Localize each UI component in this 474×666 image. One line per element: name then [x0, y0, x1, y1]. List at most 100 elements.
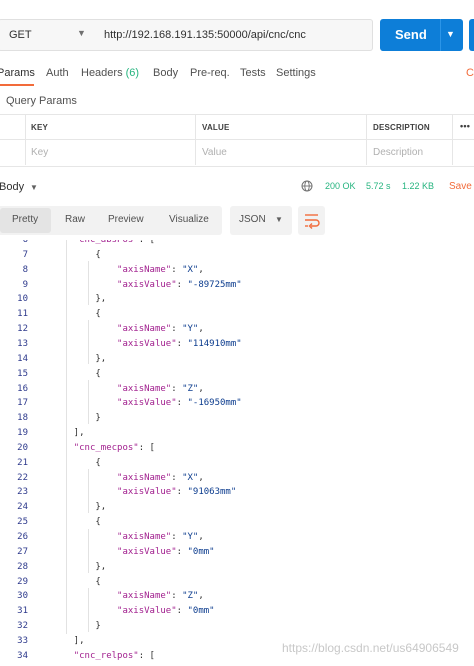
tab-headers-label: Headers	[81, 67, 123, 79]
line-number: 10	[17, 294, 28, 305]
line-number: 17	[17, 398, 28, 409]
code-line: 14 },	[0, 352, 474, 367]
line-number: 12	[17, 324, 28, 335]
response-time[interactable]: 5.72 s	[366, 181, 391, 191]
language-label: JSON	[239, 214, 266, 225]
code-line: 17 "axisValue": "-16950mm"	[0, 396, 474, 411]
line-number: 7	[22, 249, 28, 260]
cookies-link[interactable]: C	[466, 67, 474, 79]
code-line: 29 {	[0, 575, 474, 590]
code-line: 12 "axisName": "Y",	[0, 322, 474, 337]
line-number: 6	[22, 240, 28, 245]
line-number: 33	[17, 635, 28, 646]
tab-params[interactable]: Params	[0, 67, 35, 79]
chevron-down-icon[interactable]: ▼	[30, 183, 38, 192]
format-preview[interactable]: Preview	[108, 214, 144, 225]
code-text: "axisName": "Y",	[117, 532, 204, 542]
code-text: "axisValue": "-89725mm"	[117, 279, 242, 290]
response-size[interactable]: 1.22 KB	[402, 181, 434, 191]
response-body-select[interactable]: Body	[0, 181, 24, 193]
more-options-icon[interactable]: •••	[460, 121, 470, 131]
code-line: 13 "axisValue": "114910mm"	[0, 337, 474, 352]
save-response-button[interactable]: Save	[449, 181, 472, 192]
code-line: 20 "cnc_mecpos": [	[0, 441, 474, 456]
code-line: 28 },	[0, 560, 474, 575]
code-text: "axisValue": "0mm"	[117, 606, 215, 617]
wrap-lines-button[interactable]	[298, 206, 325, 235]
line-number: 22	[17, 472, 28, 483]
tab-headers[interactable]: Headers (6)	[81, 67, 139, 79]
code-text: {	[52, 309, 101, 320]
tab-tests[interactable]: Tests	[240, 67, 266, 79]
line-number: 15	[17, 368, 28, 379]
col-header-key: KEY	[31, 123, 49, 132]
line-number: 21	[17, 457, 28, 468]
format-visualize[interactable]: Visualize	[169, 214, 209, 225]
line-number: 30	[17, 591, 28, 602]
code-line: 8 "axisName": "X",	[0, 263, 474, 278]
code-line: 10 },	[0, 292, 474, 307]
tab-settings[interactable]: Settings	[276, 67, 316, 79]
code-text: "axisName": "Z",	[117, 383, 204, 394]
code-text: "cnc_relpos": [	[73, 650, 155, 661]
key-input[interactable]: Key	[31, 147, 48, 158]
params-table	[0, 114, 474, 167]
line-number: 26	[17, 532, 28, 542]
format-pretty[interactable]: Pretty	[12, 214, 38, 225]
chevron-down-icon[interactable]: ▼	[446, 29, 455, 39]
code-text: {	[52, 368, 101, 379]
tab-body[interactable]: Body	[153, 67, 178, 79]
col-divider	[195, 114, 196, 165]
tab-prerequest[interactable]: Pre-req.	[190, 67, 230, 79]
active-tab-indicator	[0, 84, 34, 86]
tab-auth[interactable]: Auth	[46, 67, 69, 79]
code-line: 32 }	[0, 619, 474, 634]
code-line: 19 ],	[0, 426, 474, 441]
method-label: GET	[9, 29, 32, 41]
save-split-button[interactable]	[469, 19, 474, 51]
line-number: 11	[17, 309, 28, 320]
send-button[interactable]: Send ▼	[380, 19, 463, 51]
chevron-down-icon: ▼	[77, 28, 86, 38]
code-line: 31 "axisValue": "0mm"	[0, 604, 474, 619]
code-text: "axisValue": "114910mm"	[117, 338, 242, 349]
code-line: 25 {	[0, 515, 474, 530]
col-divider	[452, 114, 453, 165]
line-number: 8	[22, 264, 28, 275]
code-text: ],	[52, 428, 85, 439]
query-params-title: Query Params	[6, 95, 77, 107]
code-line: 24 },	[0, 500, 474, 515]
code-text: "axisName": "Z",	[117, 591, 204, 602]
code-text: },	[52, 353, 107, 364]
description-input[interactable]: Description	[373, 147, 423, 158]
code-text: "axisName": "Y",	[117, 324, 204, 335]
value-input[interactable]: Value	[202, 147, 227, 158]
line-number: 9	[22, 279, 28, 290]
code-line: 6 "cnc_absPos": [	[0, 240, 474, 248]
code-line: 21 {	[0, 456, 474, 471]
response-code-viewer[interactable]: 6 "cnc_absPos": [7 {8 "axisName": "X", 9 …	[0, 240, 474, 666]
globe-icon[interactable]	[301, 180, 313, 192]
code-line: 18 }	[0, 411, 474, 426]
line-number: 32	[17, 621, 28, 632]
code-line: 15 {	[0, 367, 474, 382]
language-select[interactable]: JSON ▼	[230, 206, 292, 235]
line-number: 23	[17, 487, 28, 498]
url-input[interactable]: http://192.168.191.135:50000/api/cnc/cnc	[95, 19, 373, 51]
params-row-divider	[0, 139, 474, 140]
status-badge[interactable]: 200 OK	[325, 181, 356, 191]
method-select[interactable]: GET ▼	[0, 19, 96, 51]
format-raw[interactable]: Raw	[65, 214, 85, 225]
code-line: 9 "axisValue": "-89725mm"	[0, 278, 474, 293]
code-text: "axisValue": "91063mm"	[117, 487, 237, 498]
code-text: },	[52, 294, 107, 305]
send-label: Send	[395, 27, 427, 42]
code-line: 7 {	[0, 248, 474, 263]
code-text: ],	[52, 635, 85, 646]
col-header-description: DESCRIPTION	[373, 123, 430, 132]
line-number: 19	[17, 428, 28, 439]
code-text: "axisValue": "0mm"	[117, 546, 215, 557]
chevron-down-icon: ▼	[275, 215, 283, 224]
code-line: 16 "axisName": "Z",	[0, 382, 474, 397]
send-divider	[440, 19, 441, 51]
